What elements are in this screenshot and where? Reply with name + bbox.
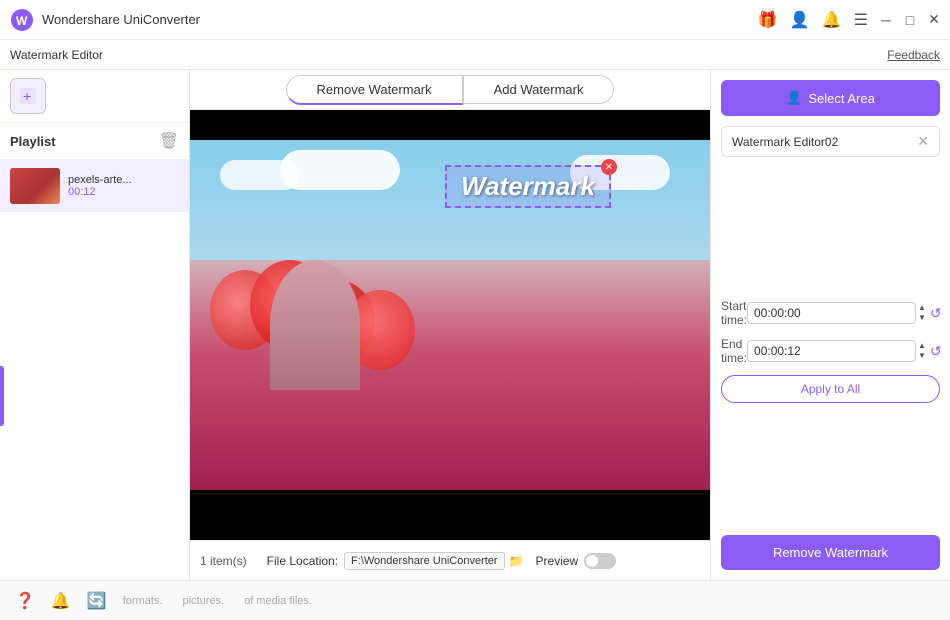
footer-formats-text: formats.	[123, 595, 163, 607]
titlebar: W Wondershare UniConverter 🎁 👤 🔔 ☰ ─ □ ✕	[0, 0, 950, 40]
right-panel: 👤 Select Area Watermark Editor02 ✕ Start…	[710, 70, 950, 580]
playlist-thumbnail	[10, 168, 60, 204]
app-footer: ❓ 🔔 🔄 formats. pictures. of media files.	[0, 580, 950, 620]
watermark-text: Watermark	[461, 171, 595, 201]
titlebar-icons: 🎁 👤 🔔 ☰ ─ □ ✕	[758, 10, 940, 30]
delete-icon[interactable]: 🗑	[159, 131, 179, 151]
end-time-up-arrow[interactable]: ▲	[918, 341, 926, 351]
preview-label: Preview	[536, 554, 579, 568]
file-location-label: File Location:	[267, 554, 338, 568]
start-time-row: Start time: ▲ ▼ ↺	[721, 299, 940, 327]
add-watermark-tab[interactable]: Add Watermark	[463, 75, 615, 104]
user-icon[interactable]: 👤	[790, 10, 810, 30]
select-area-button[interactable]: 👤 Select Area	[721, 80, 940, 116]
app-title: Wondershare UniConverter	[42, 12, 758, 27]
watermark-selection-box[interactable]: ✕ Watermark	[445, 165, 611, 208]
end-time-row: End time: ▲ ▼ ↺	[721, 337, 940, 365]
video-bottom-bar	[190, 490, 710, 540]
help-icon[interactable]: ❓	[15, 591, 35, 611]
notification-icon[interactable]: 🔔	[51, 591, 71, 611]
video-preview: ✕ Watermark	[190, 110, 710, 540]
start-time-down-arrow[interactable]: ▼	[918, 313, 926, 323]
end-time-label: End time:	[721, 337, 747, 365]
video-top-bar	[190, 110, 710, 140]
end-time-refresh-icon[interactable]: ↺	[930, 343, 942, 360]
bottom-bar: 1 item(s) File Location: F:\Wondershare …	[190, 540, 710, 580]
footer-media-text: of media files.	[244, 595, 312, 607]
playlist-info: pexels-arte... 00:12	[68, 174, 132, 198]
playlist-title: Playlist	[10, 134, 56, 149]
start-time-refresh-icon[interactable]: ↺	[930, 305, 942, 322]
folder-icon[interactable]: 📁	[509, 554, 524, 568]
center-panel: Remove Watermark Add Watermark	[190, 70, 710, 580]
tabs-bar: Remove Watermark Add Watermark	[190, 70, 710, 110]
footer-pictures-text: pictures.	[183, 595, 225, 607]
remove-watermark-tab[interactable]: Remove Watermark	[286, 75, 463, 105]
feedback-link[interactable]: Feedback	[887, 48, 940, 62]
watermark-editor-label: Watermark Editor	[10, 48, 103, 62]
subbar: Watermark Editor Feedback	[0, 40, 950, 70]
playlist-item[interactable]: pexels-arte... 00:12	[0, 160, 189, 212]
start-time-arrows: ▲ ▼	[918, 303, 926, 322]
watermark-tag-name: Watermark Editor02	[732, 135, 909, 149]
left-accent	[0, 366, 4, 426]
menu-icon[interactable]: ☰	[854, 10, 868, 30]
app-logo: W	[10, 8, 34, 32]
items-count: 1 item(s)	[200, 554, 247, 568]
remove-watermark-button[interactable]: Remove Watermark	[721, 535, 940, 570]
playlist-item-duration: 00:12	[68, 186, 132, 198]
gift-icon[interactable]: 🎁	[758, 10, 778, 30]
playlist-item-name: pexels-arte...	[68, 174, 132, 186]
bell-icon[interactable]: 🔔	[822, 10, 842, 30]
watermark-tag-close-button[interactable]: ✕	[917, 133, 929, 150]
video-frame: ✕ Watermark ▶ ◁ ▷ 00:02/00:12	[190, 110, 710, 540]
close-button[interactable]: ✕	[928, 14, 940, 26]
watermark-tag: Watermark Editor02 ✕	[721, 126, 940, 157]
add-file-button[interactable]: +	[10, 78, 46, 114]
end-time-down-arrow[interactable]: ▼	[918, 351, 926, 361]
toggle-knob	[586, 555, 598, 567]
file-location-value[interactable]: F:\Wondershare UniConverter	[344, 552, 505, 570]
start-time-up-arrow[interactable]: ▲	[918, 303, 926, 313]
main-content: + Playlist 🗑 pexels-arte... 00:12 Remove	[0, 70, 950, 580]
apply-to-all-button[interactable]: Apply to All	[721, 375, 940, 403]
end-time-arrows: ▲ ▼	[918, 341, 926, 360]
start-time-label: Start time:	[721, 299, 747, 327]
start-time-input[interactable]	[747, 302, 916, 324]
watermark-close-button[interactable]: ✕	[601, 159, 617, 175]
sidebar-header: Playlist 🗑	[0, 123, 189, 160]
svg-text:+: +	[23, 88, 31, 104]
maximize-button[interactable]: □	[904, 14, 916, 26]
preview-toggle[interactable]	[584, 553, 616, 569]
user-area-icon: 👤	[786, 90, 802, 106]
minimize-button[interactable]: ─	[880, 14, 892, 26]
sidebar: + Playlist 🗑 pexels-arte... 00:12	[0, 70, 190, 580]
refresh-footer-icon[interactable]: 🔄	[87, 591, 107, 611]
svg-text:W: W	[16, 14, 28, 28]
end-time-input[interactable]	[747, 340, 916, 362]
